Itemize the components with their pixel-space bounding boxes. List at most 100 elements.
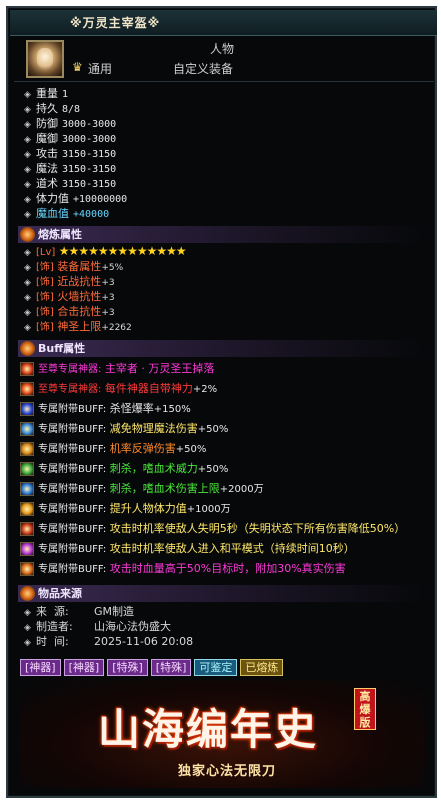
stat-row: ◈ 体力值 +10000000 [24,191,127,206]
stat-name: 魔法 [36,162,58,175]
refine-value: +5% [101,263,124,273]
refine-tag: [饰] [36,262,54,273]
buff-prefix: 专属附带BUFF: [38,404,107,415]
tag-buttons: [神器] [神器] [特殊] [特殊] 可鉴定 已熔炼 [20,659,286,676]
source-list: ◈ 来 源: GM制造 ◈ 制造者: 山海心法伪盛大 ◈ 时 间: 2025-11-06 20:… [24,604,193,649]
stat-row: ◈ 攻击 3150-3150 [24,146,127,161]
source-label: 来 源: [36,605,69,618]
source-value: 山海心法伪盛大 [94,620,171,633]
stat-value: 3150-3150 [62,149,117,160]
buff-description: 攻击时血量高于50%目标时，附加30%真实伤害 [109,562,346,575]
refine-tag: [饰] [36,277,54,288]
buff-prefix: 专属附带BUFF: [38,424,107,435]
buff-prefix: 专属附带BUFF: [38,484,107,495]
stat-name: 持久 [36,102,58,115]
category-label: 人物 [210,42,235,56]
refine-row: ◈ [饰] 神圣上限+2262 [24,319,186,334]
buff-value: +150% [153,404,191,415]
buff-row: 至尊专属神器: 每件神器自带神力+2% [20,379,405,399]
refine-list: ◈ [Lv] ★★★★★★★★★★★★★ ◈ [饰] 装备属性+5% ◈ [饰] 近战抗… [24,244,187,334]
buff-row: 专属附带BUFF: 攻击时血量高于50%目标时，附加30%真实伤害 [20,559,405,579]
buff-icon [20,542,34,556]
buff-icon [20,442,34,456]
stat-value: 3150-3150 [62,179,117,190]
stat-name: 防御 [36,117,58,130]
buff-prefix: 专属附带BUFF: [38,524,107,535]
banner-subtitle: 独家心法无限刀 [178,764,277,779]
buff-prefix: 至尊专属神器: [38,364,102,375]
buff-icon [20,362,34,376]
stat-value: 8/8 [62,104,81,115]
stat-name: 体力值 [36,192,69,205]
buff-row: 至尊专属神器: 主宰者 · 万灵圣王掉落 [20,359,405,379]
buff-value: +50% [197,424,229,435]
buff-icon [20,402,34,416]
buff-value: +2% [192,384,218,395]
buff-row: 专属附带BUFF: 攻击时机率使敌人失明5秒（失明状态下所有伤害降低50%） [20,519,405,539]
stat-name: 魔御 [36,132,58,145]
tag-button[interactable]: [神器] [63,659,105,676]
buff-row: 专属附带BUFF: 杀怪爆率+150% [20,399,405,419]
buff-icon [20,502,34,516]
buff-prefix: 专属附带BUFF: [38,444,107,455]
refine-row: ◈ [饰] 火墙抗性+3 [24,289,186,304]
refine-tag: [饰] [36,307,54,318]
game-banner: 山海编年史 高爆版 独家心法无限刀 [20,680,425,788]
stat-name: 魔血值 [36,207,69,220]
buff-prefix: 专属附带BUFF: [38,564,107,575]
source-row: ◈ 来 源: GM制造 [24,604,193,619]
buff-row: 专属附带BUFF: 刺杀，嗜血术威力+50% [20,459,405,479]
buff-description: 攻击时机率使敌人失明5秒（失明状态下所有伤害降低50%） [109,522,406,535]
tag-button[interactable]: [特殊] [150,659,192,676]
buff-prefix: 专属附带BUFF: [38,544,107,555]
buff-value: +50% [175,444,207,455]
level-tag: [Lv] [36,247,56,258]
buff-header-label: Buff属性 [38,342,86,355]
source-label: 制造者: [36,620,73,633]
buff-row: 专属附带BUFF: 提升人物体力值+1000万 [20,499,405,519]
tag-button[interactable]: [神器] [20,659,61,676]
buff-description: 主宰者 · 万灵圣王掉落 [104,362,215,375]
source-row: ◈ 制造者: 山海心法伪盛大 [24,619,193,634]
buff-prefix: 专属附带BUFF: [38,464,107,475]
source-value: GM制造 [94,605,135,618]
diamond-bullet-icon: ◈ [24,210,31,220]
buff-description: 机率反弹伤害 [109,442,176,455]
stat-value: +10000000 [73,194,128,205]
stat-row: ◈ 道术 3150-3150 [24,176,127,191]
buff-icon [20,562,34,576]
buff-section-header: Buff属性 [18,340,428,357]
tag-button[interactable]: [特殊] [107,659,148,676]
source-value: 2025-11-06 20:08 [94,635,194,648]
buff-description: 杀怪爆率 [109,402,154,415]
source-header-label: 物品来源 [38,587,82,600]
item-title: ※万灵主宰盔※ [10,10,437,36]
stat-row: ◈ 重量 1 [24,86,127,101]
buff-icon [20,422,34,436]
stat-value: 3150-3150 [62,164,117,175]
refine-section-header: 熔炼属性 [18,226,428,243]
buff-section-icon [20,341,35,356]
buff-value: +2000万 [219,484,264,495]
banner-logo-title: 山海编年史 [98,705,319,754]
tag-button[interactable]: 可鉴定 [194,659,238,676]
tag-button[interactable]: 已熔炼 [240,659,284,676]
mask-face-icon [37,48,53,70]
stat-row: ◈ 魔御 3000-3000 [24,131,127,146]
refine-name: 装备属性 [57,260,102,273]
refine-row: ◈ [饰] 合击抗性+3 [24,304,186,319]
refine-name: 神圣上限 [57,320,102,333]
refine-name: 火墙抗性 [57,290,102,303]
source-label: 时 间: [36,635,69,648]
source-section-icon [20,586,35,601]
diamond-bullet-icon: ◈ [24,638,31,648]
refine-tag: [饰] [36,292,54,303]
refine-value: +3 [101,278,115,288]
stats-list: ◈ 重量 1 ◈ 持久 8/8 ◈ 防御 3000-3000 ◈ 魔御 3000-3000 ◈ 攻击 315… [24,86,127,221]
stat-value: 3000-3000 [62,119,117,130]
buff-row: 专属附带BUFF: 刺杀，嗜血术伤害上限+2000万 [20,479,405,499]
buff-prefix: 至尊专属神器: [38,384,102,395]
refine-header-label: 熔炼属性 [38,228,82,241]
crown-icon: ♛ [72,60,83,74]
refine-value: +3 [101,293,115,303]
